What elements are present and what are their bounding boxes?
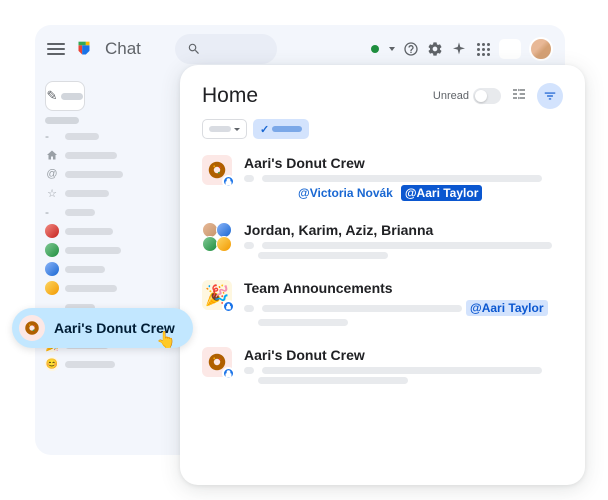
thread-badge-icon bbox=[222, 175, 235, 188]
toggle-switch bbox=[473, 88, 501, 104]
mention[interactable]: @Aari Taylor bbox=[401, 185, 483, 201]
thread-item[interactable]: Jordan, Karim, Aziz, Brianna bbox=[202, 222, 563, 262]
sidebar-item[interactable]: ☆ bbox=[45, 186, 155, 200]
filter-chip-selected[interactable]: ✓ bbox=[253, 119, 309, 139]
avatar-icon bbox=[45, 262, 59, 276]
mention[interactable]: @Aari Taylor bbox=[466, 300, 548, 316]
unread-label: Unread bbox=[433, 90, 469, 102]
filter-button[interactable] bbox=[537, 83, 563, 109]
avatar-icon bbox=[45, 243, 59, 257]
check-icon: ✓ bbox=[260, 123, 269, 136]
donut-icon bbox=[19, 315, 45, 341]
mention-icon: @ bbox=[45, 167, 59, 181]
filter-chip[interactable] bbox=[202, 119, 247, 139]
status-active-icon[interactable] bbox=[371, 45, 379, 53]
thread-item[interactable]: 🎉 Team Announcements @Aari Taylor bbox=[202, 280, 563, 329]
thread-badge-icon bbox=[222, 300, 235, 313]
view-toggle-icon[interactable] bbox=[511, 86, 527, 107]
space-avatar bbox=[202, 347, 232, 377]
thread-badge-icon bbox=[222, 367, 235, 380]
thread-title: Jordan, Karim, Aziz, Brianna bbox=[244, 222, 563, 238]
help-icon[interactable] bbox=[403, 41, 419, 57]
account-org-chip[interactable] bbox=[499, 39, 521, 59]
sidebar-item[interactable] bbox=[45, 148, 155, 162]
chat-logo bbox=[73, 38, 95, 60]
settings-icon[interactable] bbox=[427, 41, 443, 57]
new-chat-icon: ✎ bbox=[47, 88, 58, 104]
thread-item[interactable]: Aari's Donut Crew @Victoria Novák @Aari … bbox=[202, 155, 563, 204]
panel-header: Home Unread bbox=[202, 83, 563, 109]
app-title: Chat bbox=[105, 39, 141, 59]
cursor-pointer-icon: 👆 bbox=[156, 330, 176, 350]
sparkle-icon[interactable] bbox=[451, 41, 467, 57]
chat-bubble-icon bbox=[476, 91, 486, 101]
search-input[interactable] bbox=[175, 34, 277, 64]
thread-item[interactable]: Aari's Donut Crew bbox=[202, 347, 563, 387]
sidebar-item[interactable] bbox=[45, 243, 155, 257]
main-panel: Home Unread ✓ Aari's Donut Crew @Victori… bbox=[180, 65, 585, 485]
status-caret-icon[interactable] bbox=[389, 47, 395, 51]
account-avatar[interactable] bbox=[529, 37, 553, 61]
unread-toggle[interactable]: Unread bbox=[433, 88, 501, 104]
compose-button[interactable]: ✎ bbox=[45, 81, 85, 111]
avatar-icon bbox=[45, 281, 59, 295]
home-icon bbox=[45, 148, 59, 162]
panel-title: Home bbox=[202, 84, 433, 108]
filter-chips: ✓ bbox=[202, 119, 563, 139]
thread-title: Aari's Donut Crew bbox=[244, 347, 563, 363]
space-avatar: 🎉 bbox=[202, 280, 232, 310]
space-avatar bbox=[202, 155, 232, 185]
sidebar-item[interactable]: 😊 bbox=[45, 357, 155, 371]
space-icon: 😊 bbox=[45, 357, 59, 371]
avatar-icon bbox=[45, 224, 59, 238]
star-icon: ☆ bbox=[45, 186, 59, 200]
apps-icon[interactable] bbox=[475, 41, 491, 57]
thread-title: Team Announcements bbox=[244, 280, 563, 296]
sidebar-item[interactable] bbox=[45, 224, 155, 238]
chevron-down-icon bbox=[234, 128, 240, 131]
menu-icon[interactable] bbox=[47, 43, 65, 55]
sidebar-item[interactable]: @ bbox=[45, 167, 155, 181]
thread-title: Aari's Donut Crew bbox=[244, 155, 563, 171]
sidebar-section: - bbox=[45, 129, 155, 143]
search-icon bbox=[187, 42, 201, 56]
group-avatar bbox=[202, 222, 232, 252]
sidebar-item[interactable] bbox=[45, 262, 155, 276]
mention[interactable]: @Victoria Novák bbox=[294, 185, 397, 201]
filter-icon bbox=[543, 89, 557, 103]
sidebar-item[interactable] bbox=[45, 281, 155, 295]
sidebar-section: - bbox=[45, 205, 155, 219]
sidebar: ✎ - @ ☆ - - 🍩 🎉 😊 bbox=[35, 73, 165, 453]
